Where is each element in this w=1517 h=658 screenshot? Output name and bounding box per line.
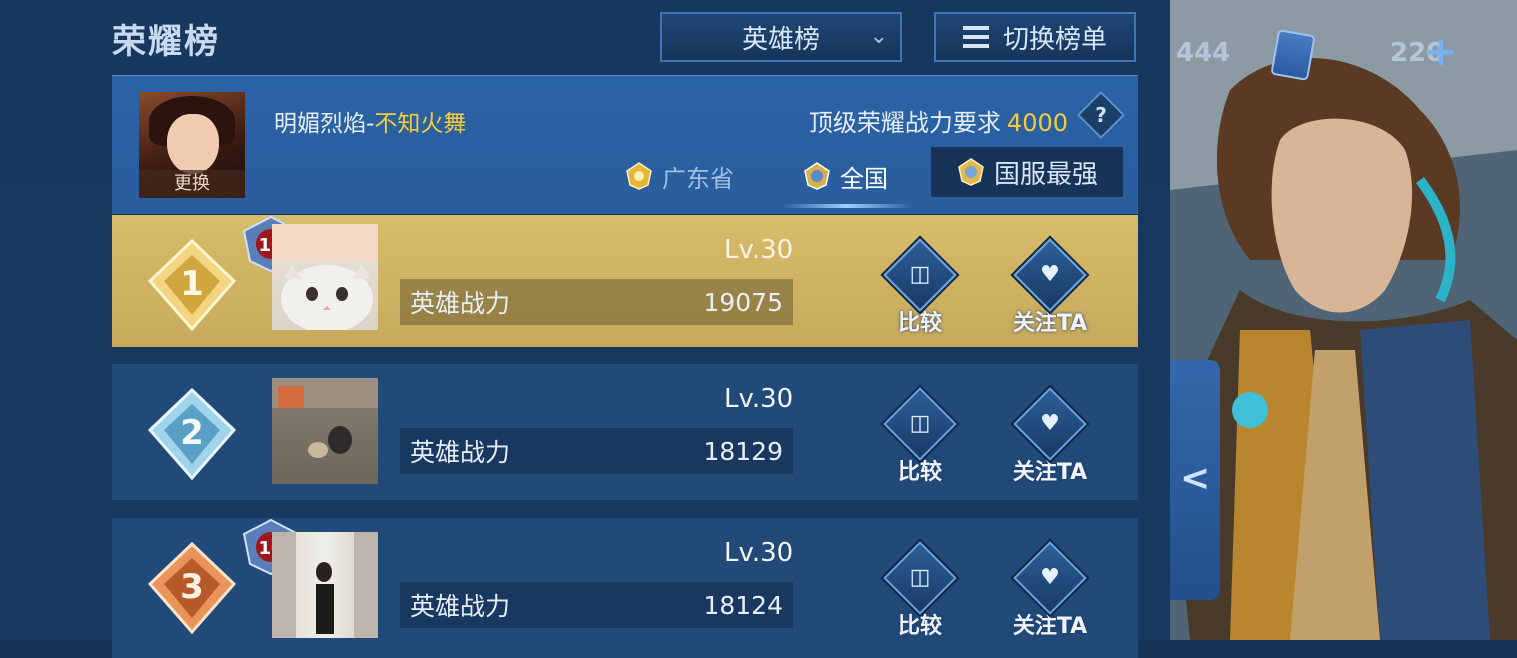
follow-user-icon: ♥	[1040, 262, 1060, 287]
requirement-value: 4000	[1006, 109, 1068, 137]
my-profile-bar: 更换 明媚烈焰-不知火舞 顶级荣耀战力要求 4000 ? 广东省 全国 国服最强	[112, 75, 1138, 214]
tab-server-strongest[interactable]: 国服最强	[930, 146, 1124, 198]
svg-text:2: 2	[180, 413, 204, 453]
compare-icon: ◫	[909, 262, 931, 287]
hero-power-bar: 英雄战力 18129	[400, 428, 793, 474]
leaderboard-row[interactable]: 1 10 Lv.30 英雄战力 19075 ◫ 比较 ♥ 关注TA	[112, 215, 1138, 347]
dropdown-label: 英雄榜	[741, 24, 820, 55]
hero-name: 不知火舞	[374, 111, 467, 137]
leaderboard-row[interactable]: 3 10 Lv.30 英雄战力 18124 ◫ 比较 ♥ 关注TA	[112, 518, 1138, 658]
follow-button[interactable]: ♥ 关注TA	[1010, 541, 1090, 639]
active-tab-indicator	[782, 204, 912, 208]
my-hero-avatar[interactable]: 更换	[139, 92, 245, 198]
chevron-down-icon: ⌄	[869, 24, 888, 49]
list-icon	[962, 26, 989, 48]
silver-crest-icon	[804, 162, 830, 190]
coin-balance: 444	[1176, 38, 1231, 68]
follow-user-icon: ♥	[1040, 411, 1060, 436]
leaderboard-panel: 荣耀榜 英雄榜 ⌄ 切换榜单 更换 明媚烈焰-不知火舞 顶级荣耀战力要求 4000…	[0, 0, 1170, 658]
tab-label: 广东省	[662, 164, 734, 193]
top-power-requirement: 顶级荣耀战力要求 4000	[809, 103, 1068, 138]
change-hero-button[interactable]: 更换	[139, 170, 245, 198]
compare-icon: ◫	[909, 565, 931, 590]
rank-medal-icon: 1	[147, 238, 237, 332]
follow-button[interactable]: ♥ 关注TA	[1010, 238, 1090, 336]
gold-crest-icon	[958, 158, 984, 186]
requirement-label: 顶级荣耀战力要求	[808, 109, 1001, 137]
page-title: 荣耀榜	[112, 22, 220, 62]
compare-icon: ◫	[909, 411, 931, 436]
power-label: 英雄战力	[410, 289, 511, 318]
power-value: 19075	[703, 287, 783, 317]
player-level: Lv.30	[724, 235, 794, 265]
collapse-panel-tab[interactable]: <	[1170, 360, 1220, 600]
svg-text:1: 1	[180, 264, 204, 304]
player-name: 明媚烈焰	[274, 111, 366, 137]
compare-button[interactable]: ◫ 比较	[880, 387, 960, 485]
player-avatar[interactable]	[272, 378, 378, 484]
player-avatar[interactable]	[272, 224, 378, 330]
tab-label: 国服最强	[993, 159, 1098, 190]
hero-power-bar: 英雄战力 19075	[400, 279, 793, 325]
player-avatar[interactable]	[272, 532, 378, 638]
tab-label: 全国	[840, 164, 888, 193]
my-player-name: 明媚烈焰-不知火舞	[274, 104, 466, 138]
switch-leaderboard-button[interactable]: 切换榜单	[934, 12, 1136, 62]
compare-button[interactable]: ◫ 比较	[880, 541, 960, 639]
hero-showcase-panel: 444 220 + <	[1170, 0, 1517, 640]
svg-text:3: 3	[180, 567, 204, 607]
follow-user-icon: ♥	[1040, 565, 1060, 590]
compare-button[interactable]: ◫ 比较	[880, 238, 960, 336]
tab-national[interactable]: 全国	[802, 156, 888, 196]
power-label: 英雄战力	[410, 592, 511, 621]
gold-crest-icon	[626, 162, 652, 190]
power-value: 18129	[703, 436, 783, 466]
player-level: Lv.30	[724, 538, 794, 568]
add-currency-button[interactable]: +	[1424, 32, 1458, 72]
hero-power-bar: 英雄战力 18124	[400, 582, 793, 628]
switch-label: 切换榜单	[1002, 24, 1107, 55]
tab-province[interactable]: 广东省	[624, 156, 734, 196]
chevron-left-icon: <	[1180, 458, 1211, 499]
leaderboard-type-dropdown[interactable]: 英雄榜 ⌄	[660, 12, 902, 62]
rank-medal-icon: 3	[147, 541, 237, 635]
hero-character-art	[1170, 0, 1517, 640]
rank-medal-icon: 2	[147, 387, 237, 481]
voucher-card-icon	[1270, 29, 1316, 81]
follow-button[interactable]: ♥ 关注TA	[1010, 387, 1090, 485]
power-value: 18124	[703, 590, 783, 620]
power-label: 英雄战力	[410, 438, 511, 467]
player-level: Lv.30	[724, 384, 794, 414]
leaderboard-row[interactable]: 2 Lv.30 英雄战力 18129 ◫ 比较 ♥ 关注TA	[112, 364, 1138, 500]
help-icon[interactable]: ?	[1076, 90, 1126, 140]
